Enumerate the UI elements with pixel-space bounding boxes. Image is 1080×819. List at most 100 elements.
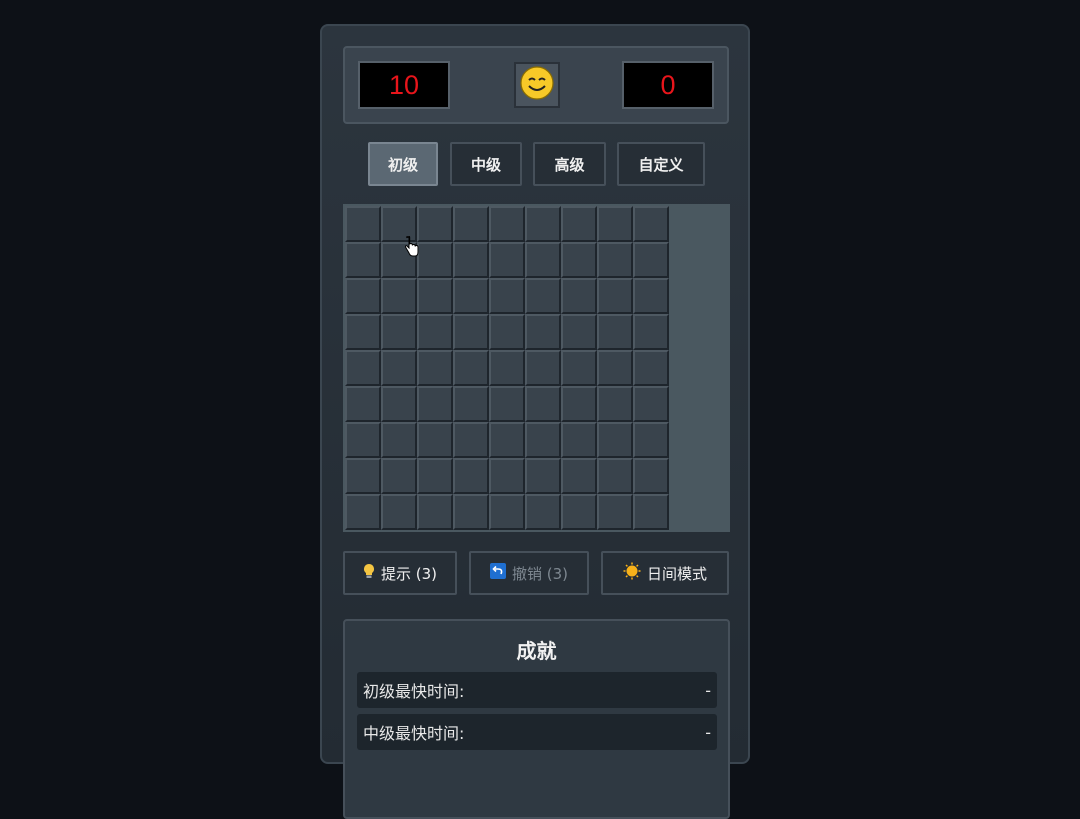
mine-cell[interactable] [597,278,633,314]
game-panel: 10 0 初级 中级 高级 自定义 提示 (3) 撤销 (3) 日间模式 成就 … [320,24,750,819]
mine-cell[interactable] [381,422,417,458]
mine-cell[interactable] [561,386,597,422]
mine-cell[interactable] [561,278,597,314]
mine-cell[interactable] [597,494,633,530]
mine-cell[interactable] [525,314,561,350]
mine-cell[interactable] [525,242,561,278]
mine-cell[interactable] [597,350,633,386]
mine-cell[interactable] [561,494,597,530]
undo-button[interactable]: 撤销 (3) [469,551,589,595]
mine-cell[interactable] [561,350,597,386]
mine-cell[interactable] [525,386,561,422]
mine-cell[interactable] [525,422,561,458]
mine-cell[interactable] [345,422,381,458]
mine-cell[interactable] [453,386,489,422]
mine-cell[interactable] [345,458,381,494]
mine-cell[interactable] [381,386,417,422]
mine-cell[interactable] [633,458,669,494]
mine-cell[interactable] [345,278,381,314]
smiley-face-icon [519,65,555,105]
minefield [343,204,730,532]
mine-cell[interactable] [525,350,561,386]
mine-cell[interactable] [417,458,453,494]
mine-cell[interactable] [633,206,669,242]
mine-cell[interactable] [381,458,417,494]
mine-cell[interactable] [417,242,453,278]
mine-cell[interactable] [597,242,633,278]
mine-cell[interactable] [489,206,525,242]
mine-cell[interactable] [417,278,453,314]
mine-cell[interactable] [597,422,633,458]
mine-cell[interactable] [381,314,417,350]
mine-cell[interactable] [453,350,489,386]
mine-cell[interactable] [453,242,489,278]
mine-cell[interactable] [345,386,381,422]
mine-cell[interactable] [453,494,489,530]
achievement-label: 中级最快时间: [363,724,465,743]
mine-cell[interactable] [489,422,525,458]
mine-cell[interactable] [453,278,489,314]
difficulty-custom-button[interactable]: 自定义 [617,142,705,186]
mine-cell[interactable] [417,386,453,422]
achievement-row-intermediate: 中级最快时间: - [357,714,717,750]
mine-cell[interactable] [561,458,597,494]
mine-cell[interactable] [633,242,669,278]
status-bar: 10 0 [343,46,729,124]
reset-button[interactable] [514,62,560,108]
mine-cell[interactable] [345,350,381,386]
mine-cell[interactable] [561,242,597,278]
mine-cell[interactable] [525,278,561,314]
mine-counter: 10 [358,61,450,109]
mine-cell[interactable] [417,350,453,386]
mine-cell[interactable] [489,242,525,278]
mine-cell[interactable] [381,278,417,314]
mine-cell[interactable] [633,494,669,530]
mine-cell[interactable] [381,494,417,530]
mine-cell[interactable] [453,422,489,458]
mine-cell[interactable] [633,422,669,458]
mine-cell[interactable] [345,242,381,278]
difficulty-intermediate-button[interactable]: 中级 [450,142,522,186]
mine-cell[interactable] [561,314,597,350]
mine-cell[interactable] [417,494,453,530]
mine-cell[interactable] [417,422,453,458]
achievements-title: 成就 [516,639,557,663]
mine-cell[interactable] [381,350,417,386]
sun-icon [623,562,641,584]
mine-cell[interactable] [597,206,633,242]
mine-cell[interactable] [489,386,525,422]
mine-cell[interactable] [453,206,489,242]
minefield-grid [345,206,669,530]
mine-cell[interactable] [345,494,381,530]
mine-cell[interactable] [597,386,633,422]
hint-button[interactable]: 提示 (3) [343,551,457,595]
mine-cell[interactable] [345,314,381,350]
mine-cell[interactable] [453,314,489,350]
mine-cell[interactable] [525,494,561,530]
mine-cell[interactable] [561,422,597,458]
mine-cell[interactable] [489,350,525,386]
mine-cell[interactable] [525,206,561,242]
mine-cell[interactable] [633,278,669,314]
mine-cell[interactable] [489,278,525,314]
mine-cell[interactable] [561,206,597,242]
mine-cell[interactable] [417,206,453,242]
mine-cell[interactable] [453,458,489,494]
mine-cell[interactable] [633,350,669,386]
difficulty-expert-button[interactable]: 高级 [533,142,606,186]
mine-cell[interactable] [417,314,453,350]
mine-cell[interactable] [489,458,525,494]
mine-cell[interactable] [345,206,381,242]
mine-cell[interactable] [489,314,525,350]
day-mode-button[interactable]: 日间模式 [601,551,729,595]
mine-cell[interactable] [525,458,561,494]
mine-cell[interactable] [633,314,669,350]
difficulty-beginner-button[interactable]: 初级 [368,142,438,186]
mine-cell[interactable] [633,386,669,422]
timer-display: 0 [622,61,714,109]
lightbulb-icon [363,563,375,583]
mine-cell[interactable] [597,458,633,494]
mine-cell[interactable] [489,494,525,530]
undo-label: 撤销 (3) [511,564,569,583]
mine-cell[interactable] [597,314,633,350]
